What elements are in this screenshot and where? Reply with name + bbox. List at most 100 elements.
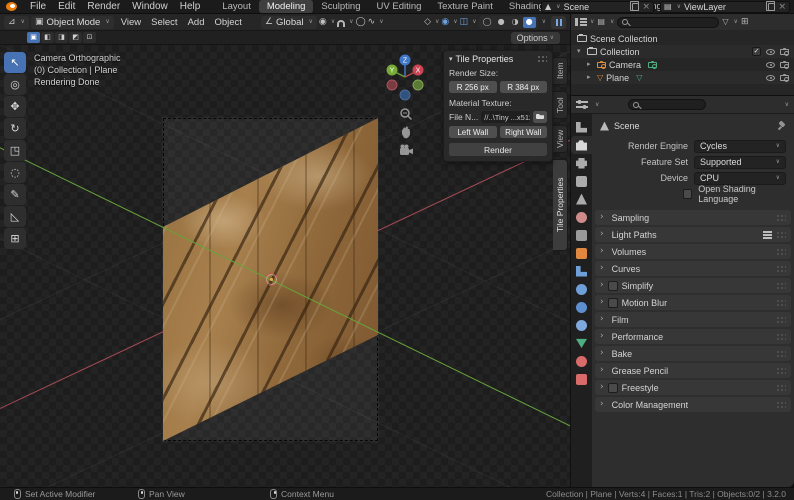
select-mode-extend[interactable]: ◧	[41, 32, 54, 43]
annotate-tool[interactable]: ✎	[4, 184, 26, 205]
viewport-menu-item[interactable]: Add	[183, 17, 210, 28]
panel-drag-handle[interactable]	[776, 366, 786, 375]
move-tool[interactable]: ✥	[4, 96, 26, 117]
panel-drag-handle[interactable]	[776, 213, 786, 222]
panel-drag-handle[interactable]	[776, 298, 786, 307]
scene-tab[interactable]	[571, 190, 592, 208]
hide-viewport-eye-icon[interactable]	[766, 48, 775, 55]
unlink-scene-icon[interactable]: ×	[642, 2, 650, 12]
render-engine-dropdown[interactable]: Cycles ∨	[694, 139, 786, 153]
panel-drag-handle[interactable]	[776, 349, 786, 358]
tool-tab[interactable]	[571, 118, 592, 136]
panel-drag-handle[interactable]	[776, 281, 786, 290]
transform-orientation-dropdown[interactable]: ∠ Global ∨	[260, 15, 317, 29]
output-tab[interactable]	[571, 154, 592, 172]
preset-icon[interactable]	[763, 230, 772, 239]
topbar-menu-item[interactable]: File	[24, 1, 52, 12]
panel-drag-handle[interactable]	[776, 315, 786, 324]
add-cube-tool[interactable]: ⊞	[4, 228, 26, 249]
remove-viewlayer-icon[interactable]: ×	[778, 2, 786, 12]
new-viewlayer-icon[interactable]	[766, 1, 776, 11]
physics-tab[interactable]	[571, 298, 592, 316]
rotate-tool[interactable]: ↻	[4, 118, 26, 139]
falloff-icon[interactable]: ∿	[368, 17, 376, 27]
collapse-icon[interactable]: ▾	[577, 48, 584, 55]
outliner-search-input[interactable]	[617, 16, 720, 28]
select-box-tool[interactable]: ↖	[4, 52, 26, 73]
outliner-filter-image-icon[interactable]: ▤	[597, 18, 605, 26]
property-panel-header[interactable]: › Simplify	[595, 278, 791, 293]
render-tab[interactable]	[571, 136, 592, 154]
zoom-view-icon[interactable]	[399, 107, 413, 121]
collection-tab[interactable]	[571, 226, 592, 244]
modifiers-tab[interactable]	[571, 262, 592, 280]
left-wall-button[interactable]: Left Wall	[449, 126, 497, 138]
panel-drag-handle[interactable]	[537, 55, 547, 63]
property-panel-header[interactable]: › Sampling	[595, 210, 791, 225]
panel-collapse-icon[interactable]: ▾	[449, 55, 453, 63]
toggle-camera-view-icon[interactable]	[399, 144, 414, 156]
panel-drag-handle[interactable]	[776, 383, 786, 392]
overlays-toggle-icon[interactable]: ◉	[441, 17, 449, 27]
topbar-menu-item[interactable]: Render	[81, 1, 126, 12]
viewport-menu-item[interactable]: Object	[209, 17, 246, 28]
device-dropdown[interactable]: CPU ∨	[694, 171, 786, 185]
scene-selector[interactable]: ▲ ∨ Scene ×	[541, 1, 654, 13]
viewport-menu-item[interactable]: View	[116, 17, 146, 28]
viewlayer-selector[interactable]: ▤ ∨ ViewLayer ×	[660, 1, 790, 13]
data-tab[interactable]	[571, 334, 592, 352]
particles-tab[interactable]	[571, 280, 592, 298]
osl-checkbox[interactable]	[683, 189, 693, 199]
feature-set-dropdown[interactable]: Supported ∨	[694, 155, 786, 169]
proportional-edit-icon[interactable]: ◯	[356, 17, 366, 27]
render-size-y-field[interactable]: R 384 px	[499, 81, 547, 93]
disable-render-camera-icon[interactable]	[780, 47, 789, 56]
panel-drag-handle[interactable]	[776, 247, 786, 256]
gizmos-toggle-icon[interactable]: ◇	[424, 17, 431, 27]
select-mode-set[interactable]: ▣	[27, 32, 40, 43]
panel-checkbox[interactable]	[607, 297, 618, 308]
property-panel-header[interactable]: › Curves	[595, 261, 791, 276]
solid-shading-button[interactable]: ●	[495, 17, 508, 28]
outliner-row-scene-collection[interactable]: Scene Collection	[571, 32, 794, 45]
constraints-tab[interactable]	[571, 316, 592, 334]
property-panel-header[interactable]: › Grease Pencil	[595, 363, 791, 378]
snap-magnet-icon[interactable]	[337, 19, 346, 27]
navigation-gizmo[interactable]: Z Y X	[383, 50, 429, 108]
properties-editor-type-icon[interactable]	[576, 100, 588, 109]
panel-checkbox[interactable]	[607, 382, 618, 393]
outliner-row-plane[interactable]: ▸ ▽ Plane ▽	[571, 71, 794, 84]
xray-toggle-icon[interactable]: ◫	[460, 17, 469, 27]
property-panel-header[interactable]: › Color Management	[595, 397, 791, 412]
new-collection-icon[interactable]: ⊞	[741, 17, 749, 27]
workspace-tab[interactable]: UV Editing	[369, 0, 430, 13]
pin-icon[interactable]	[778, 122, 786, 130]
render-size-x-field[interactable]: R 256 px	[449, 81, 497, 93]
material-tab[interactable]	[571, 352, 592, 370]
rendered-shading-button[interactable]: ●	[522, 16, 536, 28]
property-panel-header[interactable]: › Motion Blur	[595, 295, 791, 310]
world-tab[interactable]	[571, 208, 592, 226]
object-tab[interactable]	[571, 244, 592, 262]
select-mode-invert[interactable]: ◩	[69, 32, 82, 43]
open-file-browser-icon[interactable]	[533, 111, 547, 123]
property-panel-header[interactable]: › Performance	[595, 329, 791, 344]
panel-drag-handle[interactable]	[776, 230, 786, 239]
workspace-tab[interactable]: Texture Paint	[429, 0, 500, 13]
disable-render-camera-icon[interactable]	[780, 73, 789, 82]
editor-type-button[interactable]: ⊿ ∨	[4, 15, 29, 29]
mode-dropdown[interactable]: ▣ Object Mode ∨	[30, 15, 114, 29]
measure-tool[interactable]: ◺	[4, 206, 26, 227]
new-scene-icon[interactable]	[630, 1, 640, 11]
topbar-menu-item[interactable]: Edit	[52, 1, 81, 12]
view-layer-tab[interactable]	[571, 172, 592, 190]
workspace-tab[interactable]: Sculpting	[313, 0, 368, 13]
file-path-field[interactable]: //..\Tiny ...x512.png	[481, 111, 530, 123]
material-preview-button[interactable]: ◑	[509, 17, 522, 28]
select-mode-subtract[interactable]: ◨	[55, 32, 68, 43]
topbar-menu-item[interactable]: Help	[174, 1, 207, 12]
disable-render-camera-icon[interactable]	[780, 60, 789, 69]
sidebar-tab-tile-properties[interactable]: Tile Properties	[553, 159, 568, 251]
pivot-point-icon[interactable]: ◉	[319, 17, 327, 27]
outliner-filter-icon[interactable]: ▽	[722, 18, 728, 26]
